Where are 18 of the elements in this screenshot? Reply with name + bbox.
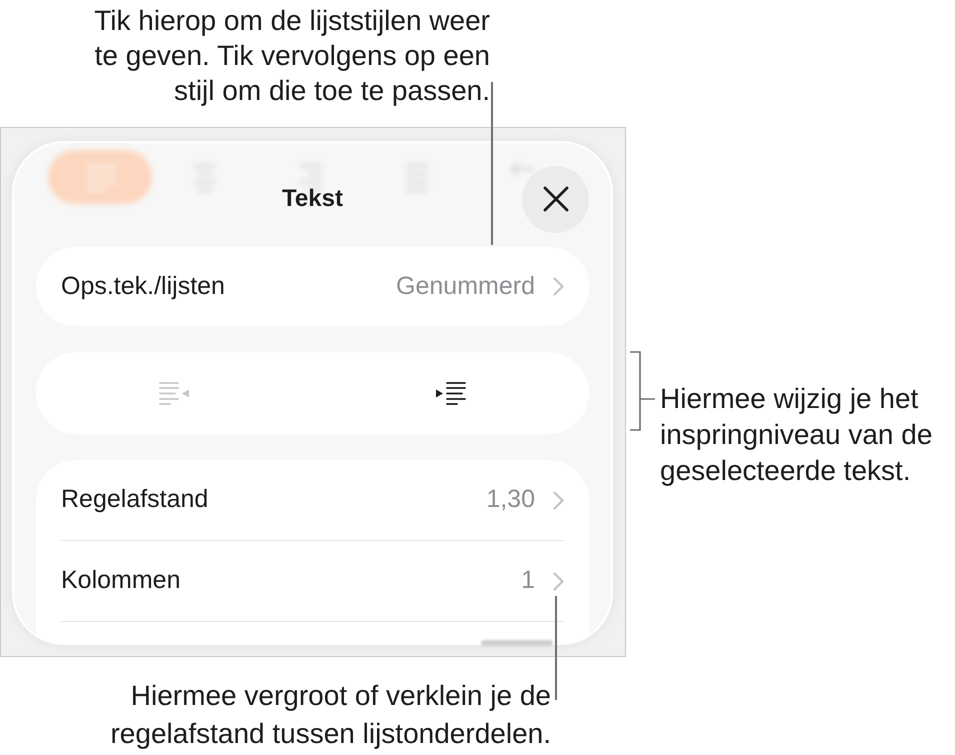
chevron-icon <box>553 490 564 510</box>
row-label: Ops.tek./lijsten <box>61 270 225 302</box>
row-value: 1 <box>521 565 535 596</box>
chevron-icon <box>553 277 564 296</box>
panel-title: Tekst <box>282 184 343 214</box>
outdent-icon <box>158 382 190 404</box>
close-icon <box>542 186 568 212</box>
list-style-row[interactable]: Ops.tek./lijsten Genummerd <box>36 247 589 326</box>
row-value: Genummerd <box>396 270 535 302</box>
blurred-control-drawing <box>481 640 553 646</box>
callout-text: Hiermee vergroot of verklein je de regelafstand tussen lijstonderdelen. <box>109 679 551 751</box>
callout-text: Tik hierop om de lijststijlen weer te geven. Tik vervolgens op een stijl om die toe te passen. <box>93 4 490 108</box>
indent-icon <box>435 382 466 404</box>
row-value: 1,30 <box>486 484 535 516</box>
row-label: Kolommen <box>61 565 180 596</box>
callout-text: Hiermee wijzig je het inspringniveau van de geselecteerde tekst. <box>660 382 934 488</box>
chevron-icon <box>553 572 564 590</box>
row-label: Regelafstand <box>61 484 208 516</box>
